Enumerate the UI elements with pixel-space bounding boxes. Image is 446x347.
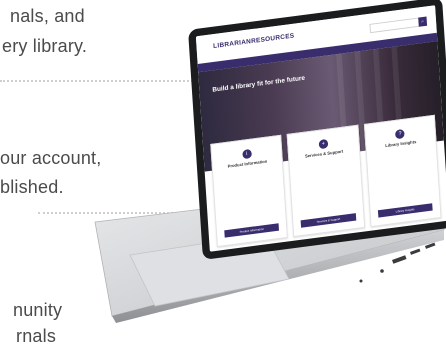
card-library-insights: ? Library Insights Library Insights <box>363 114 442 228</box>
info-icon: i <box>241 148 252 160</box>
support-icon: + <box>318 138 329 150</box>
search-input[interactable] <box>369 17 420 34</box>
library-insights-button[interactable]: Library Insights <box>377 203 433 218</box>
card-services-support: + Services & Support Services & Support <box>286 124 365 238</box>
hero-title: Build a library fit for the future <box>212 75 306 94</box>
product-information-button[interactable]: Product Information <box>224 223 280 238</box>
card-title: Library Insights <box>385 139 417 149</box>
laptop-screen: LIBRARIANRESOURCES ⌕ Product Information… <box>188 0 446 260</box>
site-logo[interactable]: LIBRARIANRESOURCES <box>213 33 295 50</box>
services-support-button[interactable]: Services & Support <box>300 213 356 228</box>
card-title: Product Information <box>227 158 268 169</box>
website-viewport: LIBRARIANRESOURCES ⌕ Product Information… <box>195 5 446 252</box>
search-icon[interactable]: ⌕ <box>418 16 428 27</box>
card-product-information: i Product Information Product Informatio… <box>210 134 289 248</box>
logo-text: LIBRARIANRESOURCES <box>213 32 295 50</box>
chat-icon: ? <box>395 128 406 140</box>
card-title: Services & Support <box>304 148 344 159</box>
